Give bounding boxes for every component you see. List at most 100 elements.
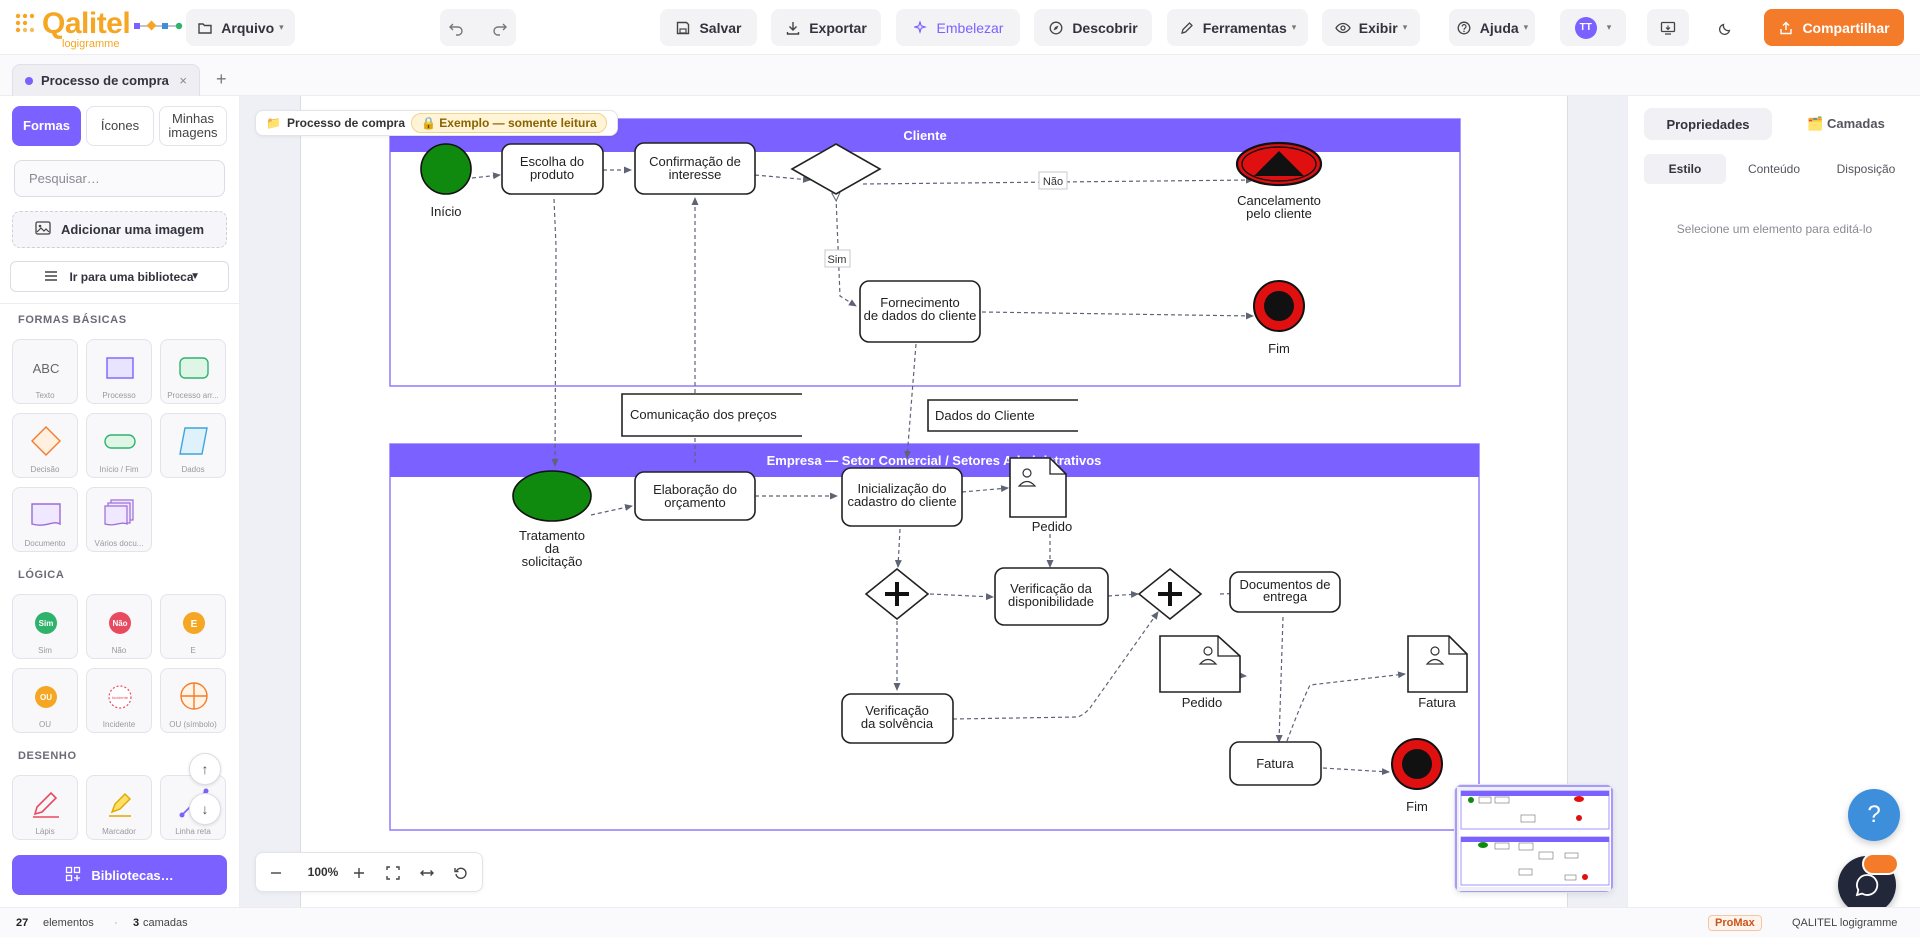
elements-label: elementos (43, 917, 94, 929)
task-verificacao-disponibilidade[interactable]: Verificação da disponibilidade (994, 567, 1109, 626)
chevron-down-icon: ▾ (1606, 22, 1612, 32)
tab-my-images[interactable]: Minhas imagens (159, 106, 227, 146)
fit-width-button[interactable] (415, 861, 439, 885)
properties-panel: Propriedades 🗂️ Camadas Estilo Conteúdo … (1627, 96, 1920, 907)
search-input[interactable] (14, 160, 225, 197)
plan-badge: ProMax (1708, 915, 1762, 931)
task-confirmacao-interesse[interactable]: Confirmação de interesse (634, 142, 756, 195)
account-menu-button[interactable]: TT ▾ (1560, 9, 1626, 46)
zoom-level[interactable]: 100% (300, 865, 346, 879)
image-icon (35, 221, 51, 238)
shape-tile-multi-document[interactable]: Vários docu... (86, 487, 152, 552)
shape-tile-label: Decisão (30, 465, 60, 474)
app-logo[interactable]: Qalitel logigramme (14, 7, 183, 50)
reset-view-button[interactable] (449, 861, 473, 885)
shape-tile-incident[interactable]: Incidente Incidente (86, 668, 152, 733)
share-button[interactable]: Compartilhar (1764, 9, 1904, 46)
minimap[interactable] (1454, 784, 1614, 893)
shape-tile-marker[interactable]: Marcador (86, 775, 152, 840)
shape-tile-decision[interactable]: Decisão (12, 413, 78, 478)
tab-icons-label: Ícones (100, 118, 140, 133)
tab-properties[interactable]: Propriedades (1644, 108, 1772, 140)
message-dados-cliente[interactable]: Dados do Cliente (927, 399, 1078, 432)
shape-tile-or-symbol[interactable]: OU (símbolo) (160, 668, 226, 733)
scroll-down-button[interactable]: ↓ (189, 793, 221, 825)
task-elaboracao-orcamento[interactable]: Elaboração do orçamento (634, 471, 756, 521)
incident-shape-icon: Incidente (108, 685, 132, 709)
scroll-up-button[interactable]: ↑ (189, 753, 221, 785)
shape-tile-label: Início / Fim (99, 465, 139, 474)
view-menu-button[interactable]: Exibir ▾ (1322, 9, 1420, 46)
add-tab-button[interactable]: + (216, 69, 227, 90)
logo-name: Qalitel (42, 7, 131, 40)
shape-tile-and[interactable]: E E (160, 594, 226, 659)
shape-tile-pencil[interactable]: Lápis (12, 775, 78, 840)
shape-tile-data[interactable]: Dados (160, 413, 226, 478)
export-button[interactable]: Exportar (771, 9, 881, 46)
task-label-line: orçamento (664, 495, 725, 510)
shape-tile-label: Processo arr... (167, 391, 219, 400)
status-separator: · (114, 917, 118, 929)
shape-tile-document[interactable]: Documento (12, 487, 78, 552)
tab-icons[interactable]: Ícones (86, 106, 154, 146)
dark-mode-toggle[interactable] (1705, 9, 1747, 46)
present-button[interactable] (1647, 9, 1689, 46)
shape-tile-no[interactable]: Não Não (86, 594, 152, 659)
sidebar-divider (0, 303, 240, 304)
undo-icon[interactable] (448, 20, 464, 36)
redo-icon[interactable] (492, 20, 508, 36)
task-fornecimento-dados[interactable]: Fornecimento de dados do cliente (859, 280, 981, 343)
libraries-button[interactable]: Bibliotecas… (12, 855, 227, 895)
export-label: Exportar (809, 19, 867, 36)
save-button[interactable]: Salvar (660, 9, 757, 46)
task-verificacao-solvencia[interactable]: Verificação da solvência (841, 693, 954, 744)
subtab-content-label: Conteúdo (1747, 162, 1801, 176)
shape-tile-process[interactable]: Processo (86, 339, 152, 404)
zoom-in-button[interactable] (347, 861, 371, 885)
subtab-content[interactable]: Conteúdo (1732, 154, 1816, 184)
multi-document-shape-icon (104, 499, 134, 526)
diagram-canvas[interactable]: Cliente Empresa — Setor Comercial / Seto… (240, 96, 1627, 907)
save-icon (675, 20, 691, 36)
tab-shapes[interactable]: Formas (12, 106, 81, 146)
shape-tile-text[interactable]: ABC Texto (12, 339, 78, 404)
subtab-style[interactable]: Estilo (1644, 154, 1726, 184)
task-documentos-entrega[interactable]: Documentos de entrega (1229, 571, 1341, 613)
zoom-out-button[interactable] (264, 861, 288, 885)
beautify-button[interactable]: Embelezar (896, 9, 1020, 46)
section-title-drawing: DESENHO (18, 750, 77, 762)
or-shape-glyph: OU (40, 693, 52, 702)
folder-icon: 📁 (266, 116, 281, 130)
task-fatura[interactable]: Fatura (1229, 741, 1322, 786)
document-tab-active[interactable]: Processo de compra × (12, 64, 200, 96)
shape-tile-yes[interactable]: Sim Sim (12, 594, 78, 659)
start-end-shape-icon (104, 434, 136, 449)
subtab-layout[interactable]: Disposição (1822, 154, 1910, 184)
subtab-style-label: Estilo (1668, 162, 1702, 176)
shape-tile-or[interactable]: OU OU (12, 668, 78, 733)
document-tab-bar: Processo de compra × + (0, 55, 1920, 96)
task-escolha-produto[interactable]: Escolha do produto (501, 143, 604, 195)
tools-menu-button[interactable]: Ferramentas ▾ (1167, 9, 1308, 46)
compass-icon (1048, 20, 1064, 36)
elements-count: 27 (16, 917, 28, 929)
shape-tile-rounded-process[interactable]: Processo arr... (160, 339, 226, 404)
shape-tile-label: Dados (181, 465, 205, 474)
message-comunicacao-precos[interactable]: Comunicação dos preços (621, 393, 802, 437)
fit-screen-button[interactable] (381, 861, 405, 885)
fit-width-icon (420, 870, 434, 876)
data-object-pedido-1-label: Pedido (1032, 519, 1072, 534)
task-inicializacao-cadastro[interactable]: Inicialização do cadastro do cliente (841, 467, 963, 527)
close-tab-icon[interactable]: × (179, 73, 187, 88)
elements-count-value: 27 (16, 917, 29, 929)
help-button[interactable]: ? (1848, 789, 1900, 841)
goto-library-select[interactable]: Ir para uma biblioteca ▼ (10, 261, 229, 292)
file-menu-button[interactable]: Arquivo ▾ (186, 9, 295, 46)
help-menu-button[interactable]: Ajuda ▾ (1449, 9, 1535, 46)
tab-layers[interactable]: 🗂️ Camadas (1784, 108, 1908, 140)
discover-button[interactable]: Descobrir (1034, 9, 1152, 46)
incident-shape-glyph: Incidente (112, 695, 129, 700)
shape-tile-start-end[interactable]: Início / Fim (86, 413, 152, 478)
reset-icon (454, 867, 467, 879)
add-image-button[interactable]: Adicionar uma imagem (12, 211, 227, 248)
